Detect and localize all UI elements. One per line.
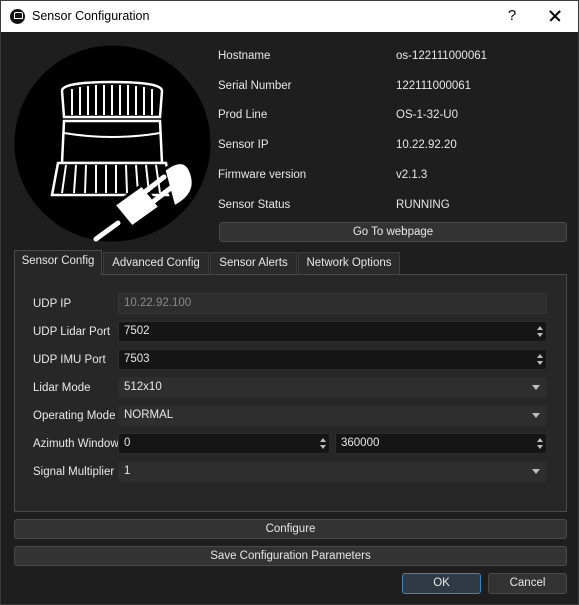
- udp-imu-port-input[interactable]: 7503: [118, 349, 547, 370]
- udp-imu-port-label: UDP IMU Port: [33, 354, 106, 366]
- save-configuration-button[interactable]: Save Configuration Parameters: [14, 546, 567, 566]
- udp-lidar-port-value: 7502: [124, 325, 150, 337]
- close-icon[interactable]: [543, 5, 567, 27]
- hostname-value: os-122111000061: [396, 50, 488, 62]
- lidar-mode-value: 512x10: [124, 381, 162, 393]
- tab-advanced-config[interactable]: Advanced Config: [103, 252, 209, 274]
- udp-ip-label: UDP IP: [33, 298, 72, 310]
- udp-lidar-port-label: UDP Lidar Port: [33, 326, 111, 338]
- title-bar: Sensor Configuration ?: [1, 1, 578, 32]
- azimuth-end-input[interactable]: 360000: [335, 433, 547, 454]
- hostname-label: Hostname: [218, 50, 271, 62]
- spin-arrows-icon[interactable]: [534, 350, 546, 369]
- tab-sensor-alerts[interactable]: Sensor Alerts: [210, 252, 297, 274]
- operating-mode-value: NORMAL: [124, 409, 174, 421]
- serial-number-value: 122111000061: [396, 80, 472, 92]
- help-button[interactable]: ?: [500, 5, 524, 27]
- signal-multiplier-select[interactable]: 1: [118, 461, 547, 482]
- chevron-down-icon: [532, 413, 540, 418]
- azimuth-window-label: Azimuth Window: [33, 438, 119, 450]
- go-to-webpage-button[interactable]: Go To webpage: [219, 222, 567, 242]
- tab-network-options[interactable]: Network Options: [298, 252, 400, 274]
- prod-line-label: Prod Line: [218, 109, 268, 121]
- app-icon: [10, 9, 25, 24]
- chevron-down-icon: [532, 469, 540, 474]
- udp-ip-input: 10.22.92.100: [118, 293, 547, 314]
- operating-mode-select[interactable]: NORMAL: [118, 405, 547, 426]
- signal-multiplier-value: 1: [124, 465, 131, 477]
- ok-button[interactable]: OK: [402, 573, 481, 594]
- sensor-logo: [14, 45, 211, 242]
- sensor-configuration-dialog: Sensor Configuration ? Hostname os-12211…: [0, 0, 579, 605]
- signal-multiplier-label: Signal Multiplier: [33, 466, 115, 478]
- udp-imu-port-value: 7503: [124, 353, 150, 365]
- configure-button[interactable]: Configure: [14, 519, 567, 539]
- udp-lidar-port-input[interactable]: 7502: [118, 321, 547, 342]
- prod-line-value: OS-1-32-U0: [396, 109, 458, 121]
- chevron-down-icon: [532, 385, 540, 390]
- firmware-version-label: Firmware version: [218, 169, 307, 181]
- spin-arrows-icon[interactable]: [534, 322, 546, 341]
- azimuth-end-value: 360000: [341, 437, 380, 449]
- window-title: Sensor Configuration: [32, 9, 150, 23]
- tab-sensor-config[interactable]: Sensor Config: [14, 250, 102, 275]
- azimuth-start-value: 0: [124, 437, 131, 449]
- serial-number-label: Serial Number: [218, 80, 292, 92]
- azimuth-start-input[interactable]: 0: [118, 433, 330, 454]
- lidar-mode-select[interactable]: 512x10: [118, 377, 547, 398]
- lidar-mode-label: Lidar Mode: [33, 382, 91, 394]
- spin-arrows-icon[interactable]: [534, 434, 546, 453]
- udp-ip-value: 10.22.92.100: [124, 297, 192, 309]
- sensor-ip-label: Sensor IP: [218, 139, 269, 151]
- sensor-status-value: RUNNING: [396, 199, 450, 211]
- firmware-version-value: v2.1.3: [396, 169, 428, 181]
- sensor-status-label: Sensor Status: [218, 199, 291, 211]
- sensor-ip-value: 10.22.92.20: [396, 139, 457, 151]
- operating-mode-label: Operating Mode: [33, 410, 116, 422]
- cancel-button[interactable]: Cancel: [488, 573, 567, 594]
- spin-arrows-icon[interactable]: [317, 434, 329, 453]
